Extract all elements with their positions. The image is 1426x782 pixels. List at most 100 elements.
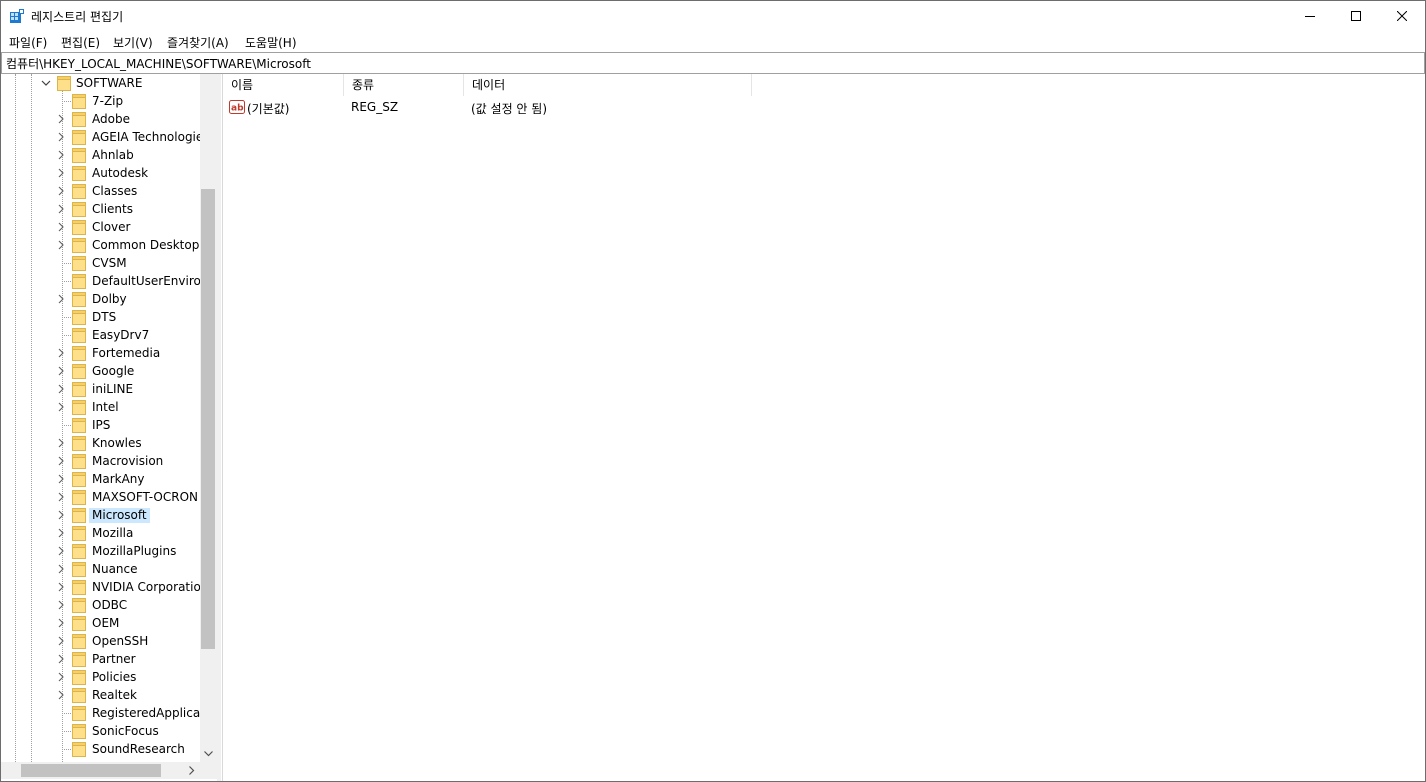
tree-item[interactable]: Partner [1,650,200,668]
address-bar[interactable]: 컴퓨터\HKEY_LOCAL_MACHINE\SOFTWARE\Microsof… [1,52,1425,74]
tree-item[interactable]: 7-Zip [1,92,200,110]
chevron-right-icon[interactable] [56,114,66,124]
tree-item[interactable]: Adobe [1,110,200,128]
svg-text:ab: ab [231,104,244,114]
tree-item[interactable]: RegisteredApplicatio [1,704,200,722]
tree-item[interactable]: DefaultUserEnvironn [1,272,200,290]
tree-item[interactable]: AGEIA Technologies [1,128,200,146]
tree-connector [62,425,71,426]
folder-icon [72,184,86,199]
scroll-right-button[interactable] [184,762,200,779]
scroll-down-button[interactable] [200,746,217,762]
tree-item-label: Nuance [92,562,138,576]
tree-item[interactable]: SoundResearch [1,740,200,758]
chevron-right-icon[interactable] [56,384,66,394]
chevron-right-icon[interactable] [56,294,66,304]
tree-item[interactable]: OEM [1,614,200,632]
tree-item[interactable]: Common Desktop A [1,236,200,254]
chevron-right-icon[interactable] [56,186,66,196]
tree-item[interactable]: ODBC [1,596,200,614]
chevron-right-icon[interactable] [56,618,66,628]
tree-item[interactable]: MAXSOFT-OCRON [1,488,200,506]
chevron-right-icon[interactable] [56,366,66,376]
tree-item[interactable]: IPS [1,416,200,434]
chevron-right-icon[interactable] [56,438,66,448]
chevron-right-icon[interactable] [56,168,66,178]
chevron-right-icon[interactable] [56,582,66,592]
folder-icon [72,652,86,667]
tree-item[interactable]: Autodesk [1,164,200,182]
minimize-button[interactable] [1287,1,1333,31]
tree-item[interactable]: Policies [1,668,200,686]
chevron-right-icon[interactable] [56,546,66,556]
tree-item[interactable]: OpenSSH [1,632,200,650]
menu-help[interactable]: 도움말(H) [245,34,297,51]
tree-horizontal-scrollbar[interactable] [1,762,200,779]
tree-item[interactable]: Clover [1,218,200,236]
column-header-type[interactable]: 종류 [344,74,464,96]
tree-item[interactable]: MarkAny [1,470,200,488]
tree-item-label: SoundResearch [92,742,185,756]
chevron-right-icon[interactable] [56,150,66,160]
tree-item[interactable]: Microsoft [1,506,200,524]
chevron-right-icon[interactable] [56,204,66,214]
tree-item[interactable]: CVSM [1,254,200,272]
menu-view[interactable]: 보기(V) [113,34,153,51]
tree-item-label: Partner [92,652,136,666]
tree-item[interactable]: Fortemedia [1,344,200,362]
tree-vertical-scrollbar[interactable] [200,74,217,762]
pane-splitter[interactable] [217,74,221,781]
tree-item-label: Fortemedia [92,346,161,360]
chevron-right-icon[interactable] [56,456,66,466]
tree-item-label: NVIDIA Corporation [92,580,200,594]
tree-item-label: Mozilla [92,526,134,540]
chevron-right-icon[interactable] [56,528,66,538]
tree-item[interactable]: Realtek [1,686,200,704]
tree-item[interactable]: MozillaPlugins [1,542,200,560]
chevron-right-icon[interactable] [56,636,66,646]
close-button[interactable] [1379,1,1425,31]
tree-item-label: Realtek [92,688,137,702]
chevron-right-icon[interactable] [56,222,66,232]
menu-file[interactable]: 파일(F) [9,34,47,51]
chevron-right-icon[interactable] [56,492,66,502]
tree-item[interactable]: Macrovision [1,452,200,470]
tree-item[interactable]: Classes [1,182,200,200]
tree-item[interactable]: Nuance [1,560,200,578]
column-header-data[interactable]: 데이터 [464,74,752,96]
tree-item[interactable]: Mozilla [1,524,200,542]
chevron-down-icon[interactable] [41,78,51,88]
value-row[interactable]: ab (기본값) REG_SZ (값 설정 안 됨) [223,98,823,116]
chevron-right-icon[interactable] [56,348,66,358]
chevron-right-icon[interactable] [56,690,66,700]
tree-item[interactable]: Google [1,362,200,380]
chevron-right-icon[interactable] [56,672,66,682]
tree-item[interactable]: NVIDIA Corporation [1,578,200,596]
chevron-right-icon[interactable] [56,132,66,142]
tree-item[interactable]: Knowles [1,434,200,452]
chevron-right-icon[interactable] [56,402,66,412]
folder-icon [72,148,86,163]
tree-item[interactable]: Dolby [1,290,200,308]
tree-item[interactable]: iniLINE [1,380,200,398]
maximize-button[interactable] [1333,1,1379,31]
menu-edit[interactable]: 편집(E) [61,34,100,51]
tree-item-label: CVSM [92,256,127,270]
scrollbar-thumb[interactable] [201,189,215,649]
chevron-right-icon[interactable] [56,240,66,250]
chevron-right-icon[interactable] [56,600,66,610]
column-header-name[interactable]: 이름 [223,74,344,96]
chevron-right-icon[interactable] [56,654,66,664]
chevron-right-icon[interactable] [56,510,66,520]
chevron-right-icon[interactable] [56,474,66,484]
tree-item[interactable]: Intel [1,398,200,416]
tree-item[interactable]: SonicFocus [1,722,200,740]
chevron-right-icon[interactable] [56,564,66,574]
tree-item[interactable]: EasyDrv7 [1,326,200,344]
scrollbar-thumb[interactable] [21,764,161,777]
tree-item[interactable]: Ahnlab [1,146,200,164]
tree-item[interactable]: DTS [1,308,200,326]
tree-item-software[interactable]: SOFTWARE [1,74,200,92]
menu-favorites[interactable]: 즐겨찾기(A) [167,34,229,51]
tree-item[interactable]: Clients [1,200,200,218]
